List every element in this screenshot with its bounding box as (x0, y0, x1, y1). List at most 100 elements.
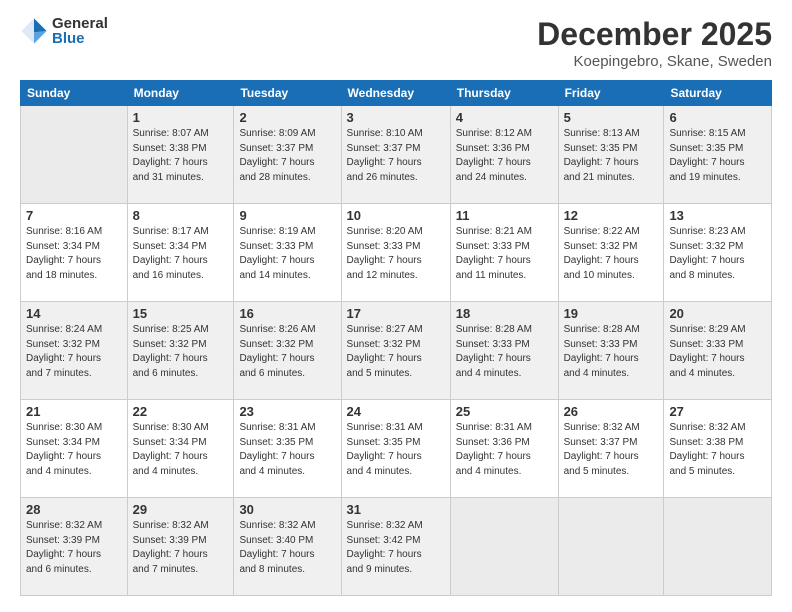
day-info: Sunrise: 8:15 AM Sunset: 3:35 PM Dayligh… (669, 127, 766, 185)
day-info: Sunrise: 8:10 AM Sunset: 3:37 PM Dayligh… (347, 127, 445, 185)
day-info: Sunrise: 8:12 AM Sunset: 3:36 PM Dayligh… (456, 127, 553, 185)
weekday-header-wednesday: Wednesday (341, 81, 450, 106)
weekday-header-friday: Friday (558, 81, 664, 106)
day-info: Sunrise: 8:29 AM Sunset: 3:33 PM Dayligh… (669, 323, 766, 381)
calendar-week-row: 21Sunrise: 8:30 AM Sunset: 3:34 PM Dayli… (21, 400, 772, 498)
day-number: 29 (133, 502, 229, 517)
title-block: December 2025 Koepingebro, Skane, Sweden (537, 16, 772, 70)
calendar-day-cell: 17Sunrise: 8:27 AM Sunset: 3:32 PM Dayli… (341, 302, 450, 400)
calendar-day-cell: 25 Sunrise: 8:31 AM Sunset: 3:36 PM Dayli… (450, 400, 558, 498)
day-number: 23 (239, 404, 335, 419)
page: General Blue December 2025 Koepingebro, … (0, 0, 792, 612)
day-number: 5 (564, 110, 659, 125)
month-title: December 2025 (537, 16, 772, 53)
logo-icon (20, 17, 48, 45)
weekday-header-thursday: Thursday (450, 81, 558, 106)
day-number: 16 (239, 306, 335, 321)
calendar-day-cell: 5 Sunrise: 8:13 AM Sunset: 3:35 PM Daylig… (558, 106, 664, 204)
day-info: Sunrise: 8:32 AM Sunset: 3:39 PM Dayligh… (26, 519, 122, 577)
calendar-day-cell: 3 Sunrise: 8:10 AM Sunset: 3:37 PM Daylig… (341, 106, 450, 204)
header: General Blue December 2025 Koepingebro, … (20, 16, 772, 70)
day-info: Sunrise: 8:28 AM Sunset: 3:33 PM Dayligh… (456, 323, 553, 381)
day-number: 14 (26, 306, 122, 321)
calendar-day-cell (21, 106, 128, 204)
day-info: Sunrise: 8:20 AM Sunset: 3:33 PM Dayligh… (347, 225, 445, 283)
calendar-table: SundayMondayTuesdayWednesdayThursdayFrid… (20, 80, 772, 596)
day-info: Sunrise: 8:16 AM Sunset: 3:34 PM Dayligh… (26, 225, 122, 283)
day-number: 22 (133, 404, 229, 419)
calendar-day-cell: 28 Sunrise: 8:32 AM Sunset: 3:39 PM Dayli… (21, 498, 128, 596)
calendar-day-cell: 18 Sunrise: 8:28 AM Sunset: 3:33 PM Dayli… (450, 302, 558, 400)
day-info: Sunrise: 8:13 AM Sunset: 3:35 PM Dayligh… (564, 127, 659, 185)
location: Koepingebro, Skane, Sweden (537, 53, 772, 70)
day-info: Sunrise: 8:21 AM Sunset: 3:33 PM Dayligh… (456, 225, 553, 283)
day-info: Sunrise: 8:32 AM Sunset: 3:37 PM Dayligh… (564, 421, 659, 479)
calendar-day-cell: 16 Sunrise: 8:26 AM Sunset: 3:32 PM Dayli… (234, 302, 341, 400)
calendar-day-cell: 11Sunrise: 8:21 AM Sunset: 3:33 PM Dayli… (450, 204, 558, 302)
day-number: 15 (133, 306, 229, 321)
day-number: 31 (347, 502, 445, 517)
logo: General Blue (20, 16, 108, 46)
weekday-header-tuesday: Tuesday (234, 81, 341, 106)
calendar-day-cell: 1Sunrise: 8:07 AM Sunset: 3:38 PM Daylig… (127, 106, 234, 204)
day-info: Sunrise: 8:23 AM Sunset: 3:32 PM Dayligh… (669, 225, 766, 283)
day-number: 27 (669, 404, 766, 419)
calendar-day-cell: 15 Sunrise: 8:25 AM Sunset: 3:32 PM Dayli… (127, 302, 234, 400)
day-number: 3 (347, 110, 445, 125)
day-number: 20 (669, 306, 766, 321)
logo-blue-text: Blue (52, 31, 108, 46)
calendar-week-row: 28 Sunrise: 8:32 AM Sunset: 3:39 PM Dayli… (21, 498, 772, 596)
day-number: 19 (564, 306, 659, 321)
calendar-day-cell: 20 Sunrise: 8:29 AM Sunset: 3:33 PM Dayli… (664, 302, 772, 400)
calendar-day-cell: 27Sunrise: 8:32 AM Sunset: 3:38 PM Dayli… (664, 400, 772, 498)
day-number: 1 (133, 110, 229, 125)
day-number: 26 (564, 404, 659, 419)
day-info: Sunrise: 8:22 AM Sunset: 3:32 PM Dayligh… (564, 225, 659, 283)
calendar-day-cell: 9Sunrise: 8:19 AM Sunset: 3:33 PM Daylig… (234, 204, 341, 302)
logo-general-text: General (52, 16, 108, 31)
calendar-day-cell: 29 Sunrise: 8:32 AM Sunset: 3:39 PM Dayli… (127, 498, 234, 596)
day-number: 8 (133, 208, 229, 223)
day-number: 7 (26, 208, 122, 223)
weekday-header-saturday: Saturday (664, 81, 772, 106)
calendar-week-row: 14 Sunrise: 8:24 AM Sunset: 3:32 PM Dayli… (21, 302, 772, 400)
calendar-day-cell: 6Sunrise: 8:15 AM Sunset: 3:35 PM Daylig… (664, 106, 772, 204)
day-number: 13 (669, 208, 766, 223)
day-info: Sunrise: 8:31 AM Sunset: 3:35 PM Dayligh… (239, 421, 335, 479)
weekday-header-sunday: Sunday (21, 81, 128, 106)
calendar-header-row: SundayMondayTuesdayWednesdayThursdayFrid… (21, 81, 772, 106)
day-number: 24 (347, 404, 445, 419)
weekday-header-monday: Monday (127, 81, 234, 106)
day-info: Sunrise: 8:31 AM Sunset: 3:36 PM Dayligh… (456, 421, 553, 479)
day-number: 25 (456, 404, 553, 419)
day-info: Sunrise: 8:24 AM Sunset: 3:32 PM Dayligh… (26, 323, 122, 381)
calendar-day-cell: 22Sunrise: 8:30 AM Sunset: 3:34 PM Dayli… (127, 400, 234, 498)
calendar-day-cell (450, 498, 558, 596)
day-number: 2 (239, 110, 335, 125)
day-info: Sunrise: 8:27 AM Sunset: 3:32 PM Dayligh… (347, 323, 445, 381)
day-number: 10 (347, 208, 445, 223)
calendar-day-cell: 14 Sunrise: 8:24 AM Sunset: 3:32 PM Dayli… (21, 302, 128, 400)
day-number: 28 (26, 502, 122, 517)
day-info: Sunrise: 8:32 AM Sunset: 3:39 PM Dayligh… (133, 519, 229, 577)
day-number: 30 (239, 502, 335, 517)
calendar-day-cell: 23 Sunrise: 8:31 AM Sunset: 3:35 PM Dayli… (234, 400, 341, 498)
calendar-day-cell: 30 Sunrise: 8:32 AM Sunset: 3:40 PM Dayli… (234, 498, 341, 596)
day-info: Sunrise: 8:32 AM Sunset: 3:40 PM Dayligh… (239, 519, 335, 577)
day-info: Sunrise: 8:25 AM Sunset: 3:32 PM Dayligh… (133, 323, 229, 381)
day-number: 4 (456, 110, 553, 125)
day-info: Sunrise: 8:26 AM Sunset: 3:32 PM Dayligh… (239, 323, 335, 381)
day-info: Sunrise: 8:30 AM Sunset: 3:34 PM Dayligh… (26, 421, 122, 479)
day-info: Sunrise: 8:28 AM Sunset: 3:33 PM Dayligh… (564, 323, 659, 381)
calendar-day-cell: 26 Sunrise: 8:32 AM Sunset: 3:37 PM Dayli… (558, 400, 664, 498)
day-info: Sunrise: 8:31 AM Sunset: 3:35 PM Dayligh… (347, 421, 445, 479)
calendar-week-row: 1Sunrise: 8:07 AM Sunset: 3:38 PM Daylig… (21, 106, 772, 204)
day-number: 18 (456, 306, 553, 321)
logo-text: General Blue (52, 16, 108, 46)
calendar-day-cell (558, 498, 664, 596)
calendar-day-cell: 10 Sunrise: 8:20 AM Sunset: 3:33 PM Dayli… (341, 204, 450, 302)
calendar-day-cell: 12Sunrise: 8:22 AM Sunset: 3:32 PM Dayli… (558, 204, 664, 302)
calendar-day-cell: 7 Sunrise: 8:16 AM Sunset: 3:34 PM Daylig… (21, 204, 128, 302)
calendar-day-cell: 8Sunrise: 8:17 AM Sunset: 3:34 PM Daylig… (127, 204, 234, 302)
calendar-day-cell: 19 Sunrise: 8:28 AM Sunset: 3:33 PM Dayli… (558, 302, 664, 400)
